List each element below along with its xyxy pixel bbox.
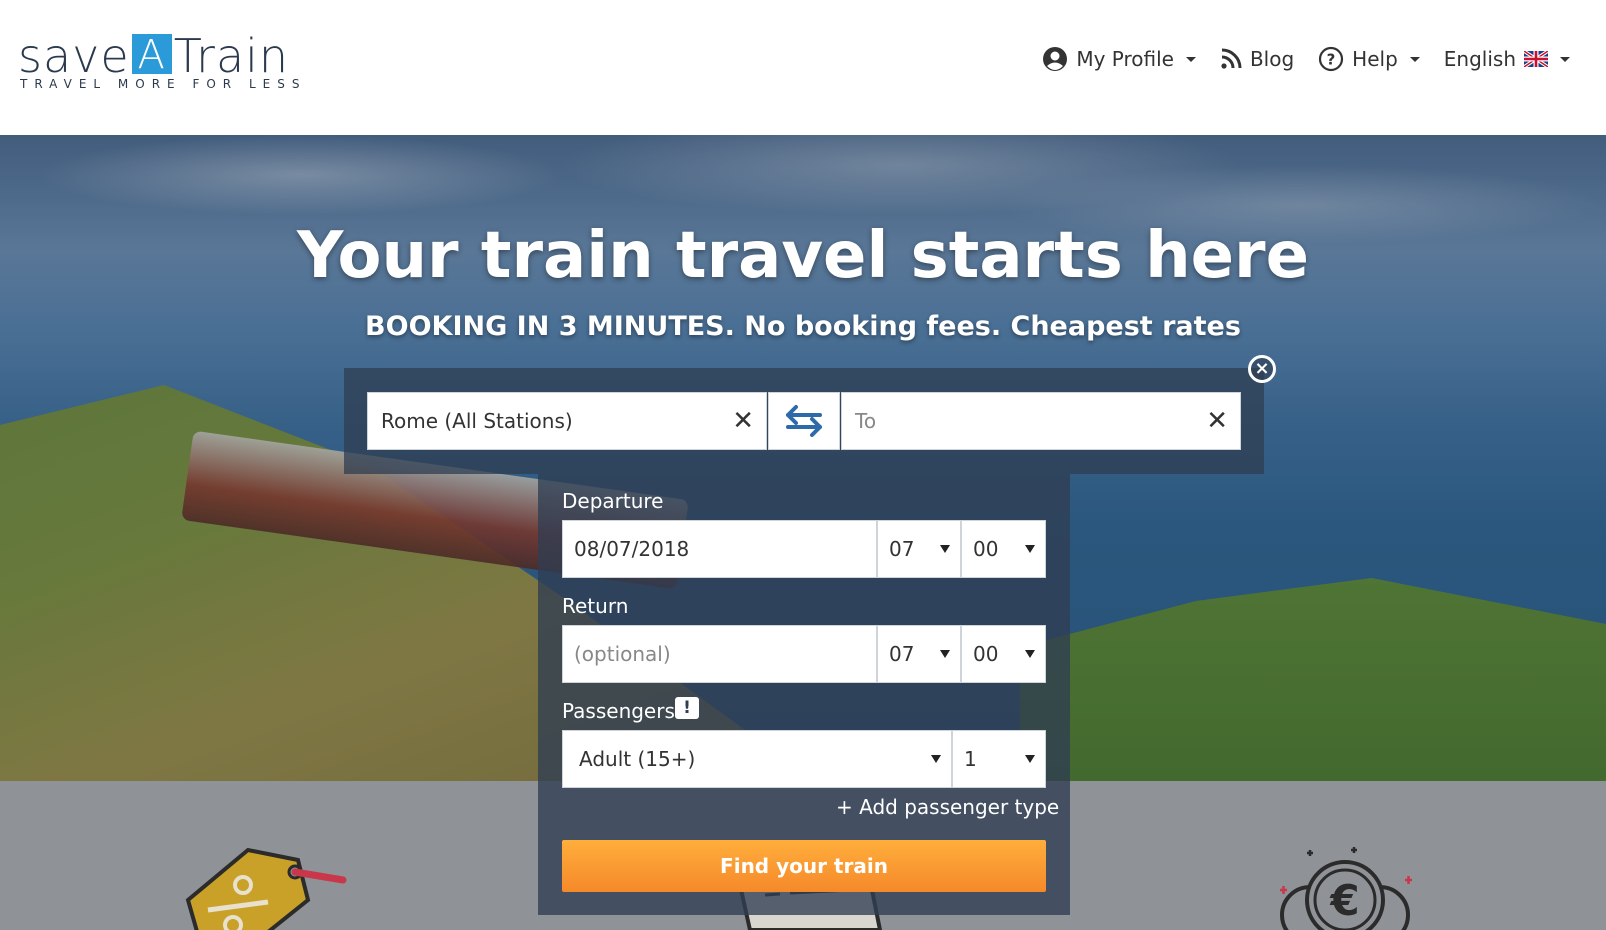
return-minute-value: 00 [973,642,999,666]
chevron-down-icon [940,545,950,553]
nav-blog[interactable]: Blog [1220,47,1294,71]
logo-tagline: TRAVEL MORE FOR LESS [20,77,307,91]
nav-blog-label: Blog [1249,47,1295,71]
top-nav: My Profile Blog ? Help English [1042,46,1570,72]
return-date-input[interactable]: (optional) [562,625,877,683]
user-circle-icon [1043,47,1068,71]
chevron-down-icon [1560,56,1570,62]
nav-help-label: Help [1352,47,1398,71]
chevron-down-icon [1025,650,1035,658]
clear-to-icon[interactable]: ✕ [1206,406,1228,436]
from-station-field[interactable]: Rome (All Stations) ✕ [367,392,767,450]
chevron-down-icon [1025,755,1035,763]
chevron-down-icon [931,755,941,763]
passenger-type-select[interactable]: Adult (15+) [562,730,952,788]
site-header: save A Train TRAVEL MORE FOR LESS My Profi… [0,0,1606,135]
hero-subtitle: BOOKING IN 3 MINUTES. No booking fees. C… [365,311,1241,342]
departure-label: Departure [562,489,664,513]
return-label: Return [562,594,629,618]
departure-hour-select[interactable]: 07 [877,520,961,578]
chevron-down-icon [1185,56,1196,62]
return-hour-select[interactable]: 07 [877,625,961,683]
nav-language[interactable]: English [1444,47,1570,71]
add-passenger-type-link[interactable]: + Add passenger type [836,795,1059,819]
chevron-down-icon [940,650,950,658]
nav-language-label: English [1443,47,1516,71]
passenger-count-value: 1 [964,747,977,771]
close-icon[interactable]: × [1248,355,1276,383]
departure-hour-value: 07 [889,537,915,561]
passengers-label: Passengers [562,699,675,723]
euro-coins-icon: € [1280,847,1412,930]
uk-flag-icon [1524,51,1548,67]
return-date-placeholder: (optional) [574,642,671,666]
swap-arrows-icon [786,405,822,437]
rss-icon [1221,48,1242,69]
passenger-type-value: Adult (15+) [579,747,696,771]
departure-date-input[interactable]: 08/07/2018 [562,520,877,578]
clear-from-icon[interactable]: ✕ [732,406,754,436]
departure-date-value: 08/07/2018 [574,537,690,561]
departure-minute-select[interactable]: 00 [961,520,1046,578]
to-station-field[interactable]: To ✕ [841,392,1241,450]
info-alert-icon[interactable]: ! [675,697,699,719]
to-station-placeholder: To [855,409,877,433]
chevron-down-icon [1025,545,1035,553]
nav-my-profile-label: My Profile [1076,47,1174,71]
question-circle-icon: ? [1319,46,1344,72]
chevron-down-icon [1409,56,1420,62]
departure-minute-value: 00 [973,537,999,561]
swap-stations-button[interactable] [768,392,840,450]
passenger-count-select[interactable]: 1 [952,730,1046,788]
return-hour-value: 07 [889,642,915,666]
logo[interactable]: save A Train TRAVEL MORE FOR LESS [18,30,318,92]
find-train-button[interactable]: Find your train [562,840,1046,892]
nav-help[interactable]: ? Help [1318,46,1420,72]
svg-text:?: ? [1327,51,1336,69]
hero-title: Your train travel starts here [297,219,1309,293]
logo-wordmark: save A Train [18,29,290,83]
from-station-value: Rome (All Stations) [381,409,573,433]
nav-my-profile[interactable]: My Profile [1042,46,1196,72]
return-minute-select[interactable]: 00 [961,625,1046,683]
price-tag-icon [185,847,347,930]
svg-text:€: € [1329,876,1359,925]
